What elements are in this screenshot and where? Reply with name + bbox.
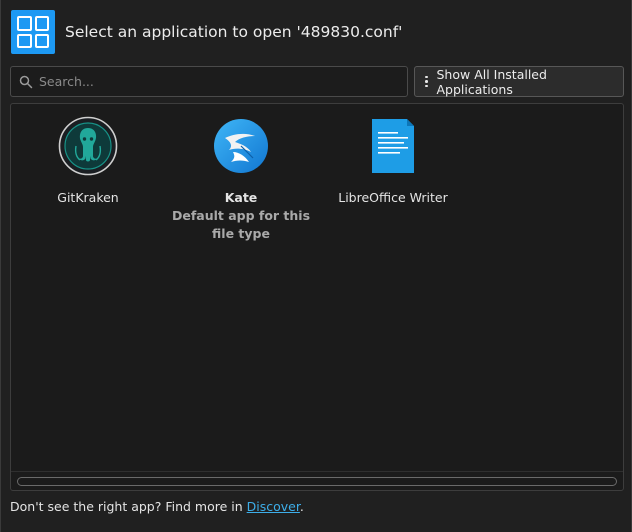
kate-icon — [214, 119, 268, 173]
show-all-applications-button[interactable]: Show All Installed Applications — [414, 66, 624, 97]
footer-suffix: . — [299, 499, 304, 514]
app-chooser-dialog: Select an application to open '489830.co… — [0, 0, 632, 532]
search-input[interactable] — [39, 74, 379, 89]
application-list: GitKraken Kate Default app for this file… — [10, 103, 624, 491]
libreoffice-writer-icon — [372, 119, 414, 173]
footer-hint: Don't see the right app? Find more in Di… — [10, 499, 304, 514]
horizontal-scrollbar[interactable] — [17, 477, 617, 486]
app-name: GitKraken — [57, 190, 119, 205]
app-item-kate[interactable]: Kate Default app for this file type — [166, 116, 316, 243]
scroll-separator — [11, 471, 623, 472]
footer-text: Don't see the right app? Find more in — [10, 499, 247, 514]
discover-link[interactable]: Discover — [247, 499, 300, 514]
app-item-gitkraken[interactable]: GitKraken — [13, 116, 163, 207]
app-grid-icon — [11, 10, 55, 54]
kebab-menu-icon — [425, 75, 428, 88]
app-name: Kate — [224, 190, 258, 205]
search-icon — [19, 75, 33, 88]
gitkraken-icon — [58, 116, 118, 176]
default-app-note: Default app for this file type — [171, 208, 311, 241]
search-field[interactable] — [10, 66, 408, 97]
dialog-title: Select an application to open '489830.co… — [65, 23, 403, 41]
app-name: LibreOffice Writer — [338, 190, 448, 205]
app-item-libreoffice-writer[interactable]: LibreOffice Writer — [318, 116, 468, 207]
dialog-header: Select an application to open '489830.co… — [11, 10, 611, 54]
show-all-applications-label: Show All Installed Applications — [436, 66, 547, 97]
